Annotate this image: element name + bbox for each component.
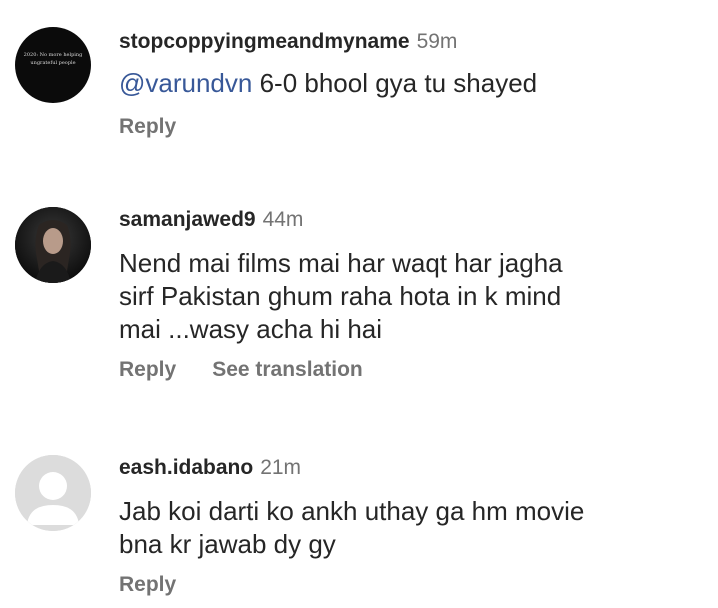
comment-text: Jab koi darti ko ankh uthay ga hm movie … — [119, 495, 584, 561]
timestamp: 21m — [260, 456, 302, 479]
comment-line: sirf Pakistan ghum raha hota in k mind — [119, 281, 562, 311]
avatar-photo — [15, 207, 91, 283]
comment-actions: Reply See translation — [119, 357, 363, 383]
username[interactable]: samanjawed9 — [119, 208, 256, 231]
timestamp: 59m — [416, 30, 458, 53]
see-translation-button[interactable]: See translation — [212, 357, 363, 383]
username[interactable]: eash.idabano — [119, 456, 253, 479]
comment-line: mai ...wasy acha hi hai — [119, 314, 383, 344]
reply-button[interactable]: Reply — [119, 114, 176, 140]
mention-link[interactable]: @varundvn — [119, 68, 252, 98]
avatar-text: 2020: No more helping ungrateful people — [23, 52, 83, 66]
comment-text: @varundvn 6-0 bhool gya tu shayed — [119, 67, 537, 100]
comment-line: bna kr jawab dy gy — [119, 529, 336, 559]
comment-text-content: 6-0 bhool gya tu shayed — [252, 68, 538, 98]
reply-button[interactable]: Reply — [119, 572, 176, 598]
comment-meta: samanjawed9 44m — [119, 207, 303, 233]
username[interactable]: stopcoppyingmeandmyname — [119, 30, 410, 53]
timestamp: 44m — [262, 208, 304, 231]
comment-text: Nend mai films mai har waqt har jagha si… — [119, 247, 563, 346]
avatar[interactable] — [15, 455, 91, 531]
comment-actions: Reply — [119, 114, 176, 140]
comment-actions: Reply — [119, 572, 176, 598]
default-user-icon — [15, 455, 91, 531]
comment-meta: eash.idabano 21m — [119, 455, 301, 481]
comment-line: Nend mai films mai har waqt har jagha — [119, 248, 563, 278]
comment-meta: stopcoppyingmeandmyname 59m — [119, 29, 457, 55]
comment-line: Jab koi darti ko ankh uthay ga hm movie — [119, 496, 585, 526]
avatar[interactable] — [15, 207, 91, 283]
reply-button[interactable]: Reply — [119, 357, 176, 383]
avatar[interactable]: 2020: No more helping ungrateful people — [15, 27, 91, 103]
